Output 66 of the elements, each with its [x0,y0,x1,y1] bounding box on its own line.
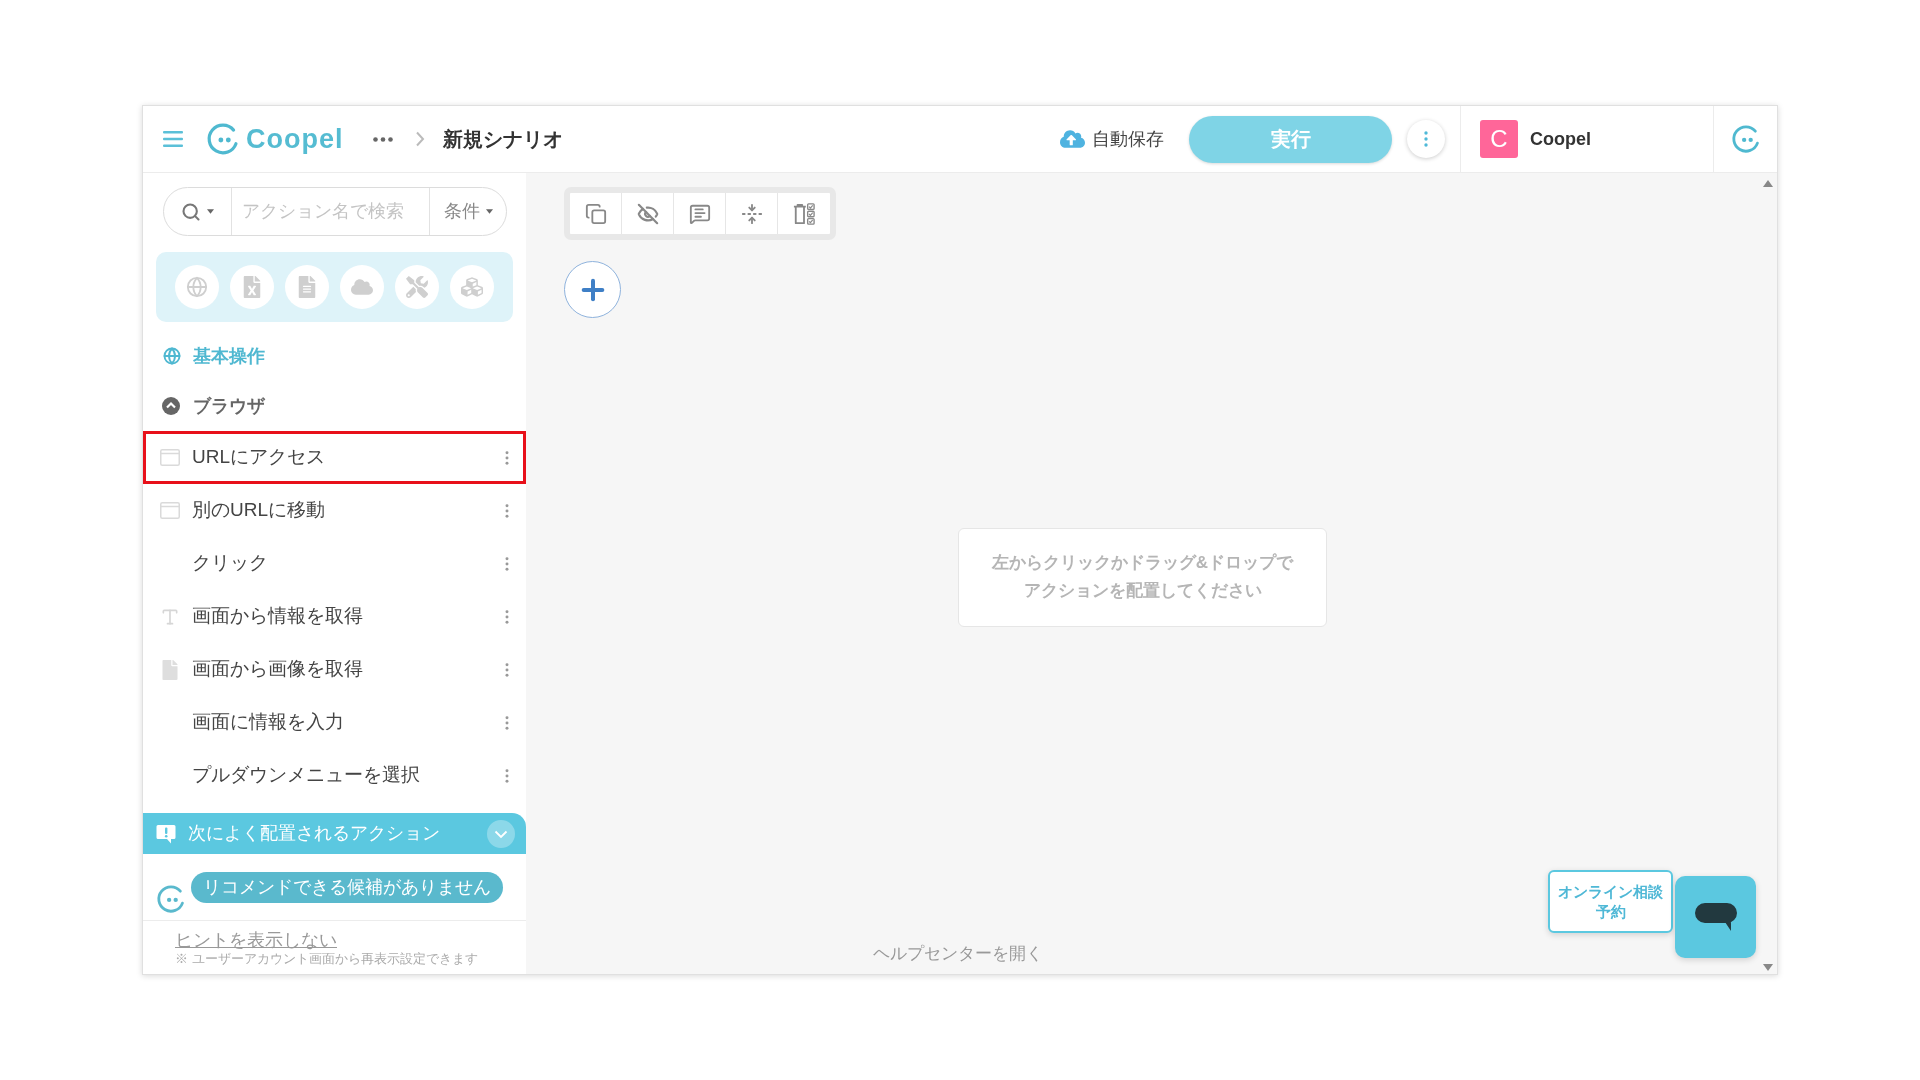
chevron-right-icon [414,131,425,147]
chevron-down-icon[interactable] [487,819,515,848]
logo-icon [206,122,240,156]
kebab-menu-icon[interactable] [505,503,509,518]
category-button[interactable] [450,265,494,309]
action-item[interactable]: 画面から画像を取得 [143,643,526,696]
category-button[interactable] [230,265,274,309]
category-title: 基本操作 [193,344,265,368]
category-button[interactable] [340,265,384,309]
action-item[interactable]: 画面から情報を取得 [143,590,526,643]
scroll-down-icon[interactable] [1763,964,1773,971]
hide-hints-link[interactable]: ヒントを表示しない [175,928,337,951]
globe-icon [186,276,208,298]
category-button[interactable] [175,265,219,309]
group-toggle[interactable]: ブラウザ [143,381,265,431]
empty-canvas-message: 左からクリックかドラッグ&ドロップで アクションを配置してください [991,552,1294,602]
spreadsheet-icon [241,276,263,298]
hint-note: ※ ユーザーアカウント画面から再表示設定できます [175,950,478,967]
face-icon [156,884,186,914]
chat-button[interactable] [1675,876,1756,958]
kebab-menu-icon[interactable] [505,768,509,783]
scroll-up-icon[interactable] [1763,180,1773,187]
more-icon[interactable] [372,136,393,142]
alert-bubble-icon [156,823,176,844]
autosave-label: 自動保存 [1092,127,1164,151]
logo-text: Coopel [246,125,344,153]
fold-icon [740,202,763,225]
tools-icon [406,276,428,298]
caret-icon [207,209,214,214]
menu-icon[interactable] [163,131,183,147]
eye-off-icon [636,202,659,225]
comment-icon [688,202,711,225]
kebab-menu-icon[interactable] [505,450,509,465]
copy-icon [584,202,607,225]
cubes-icon [461,276,483,298]
action-item[interactable]: 画面に情報を入力 [143,696,526,749]
scenario-title: 新規シナリオ [442,127,563,152]
action-item[interactable]: URLにアクセス [143,431,526,484]
chat-bubble-icon [1694,903,1737,931]
document-icon [296,276,318,298]
face-icon[interactable] [1730,124,1761,154]
recommend-title: 次によく配置されるアクション [188,822,440,845]
action-item[interactable]: 別のURLに移動 [143,484,526,537]
search-icon[interactable] [181,201,201,222]
category-button[interactable] [285,265,329,309]
user-name: Coopel [1530,127,1591,151]
cloud-icon [351,276,373,298]
add-action-button[interactable] [564,261,621,318]
kebab-menu-icon[interactable] [1424,131,1428,147]
kebab-menu-icon[interactable] [505,662,509,677]
caret-icon [485,209,493,214]
file-icon [160,659,180,680]
action-item[interactable]: クリック [143,537,526,590]
speech-bubble: リコメンドできる候補がありません [191,871,503,903]
trash-checklist-icon [793,202,815,225]
browser-window-icon [160,449,180,466]
filter-dropdown[interactable]: 条件 [430,188,506,235]
kebab-menu-icon[interactable] [505,556,509,571]
globe-icon [163,347,181,365]
browser-window-icon [160,502,180,519]
action-item[interactable]: プルダウンメニューを選択 [143,749,526,802]
cloud-upload-icon [1060,128,1085,150]
kebab-menu-icon[interactable] [505,609,509,624]
more-options-button[interactable] [1407,120,1445,158]
kebab-menu-icon[interactable] [505,715,509,730]
category-button[interactable] [395,265,439,309]
